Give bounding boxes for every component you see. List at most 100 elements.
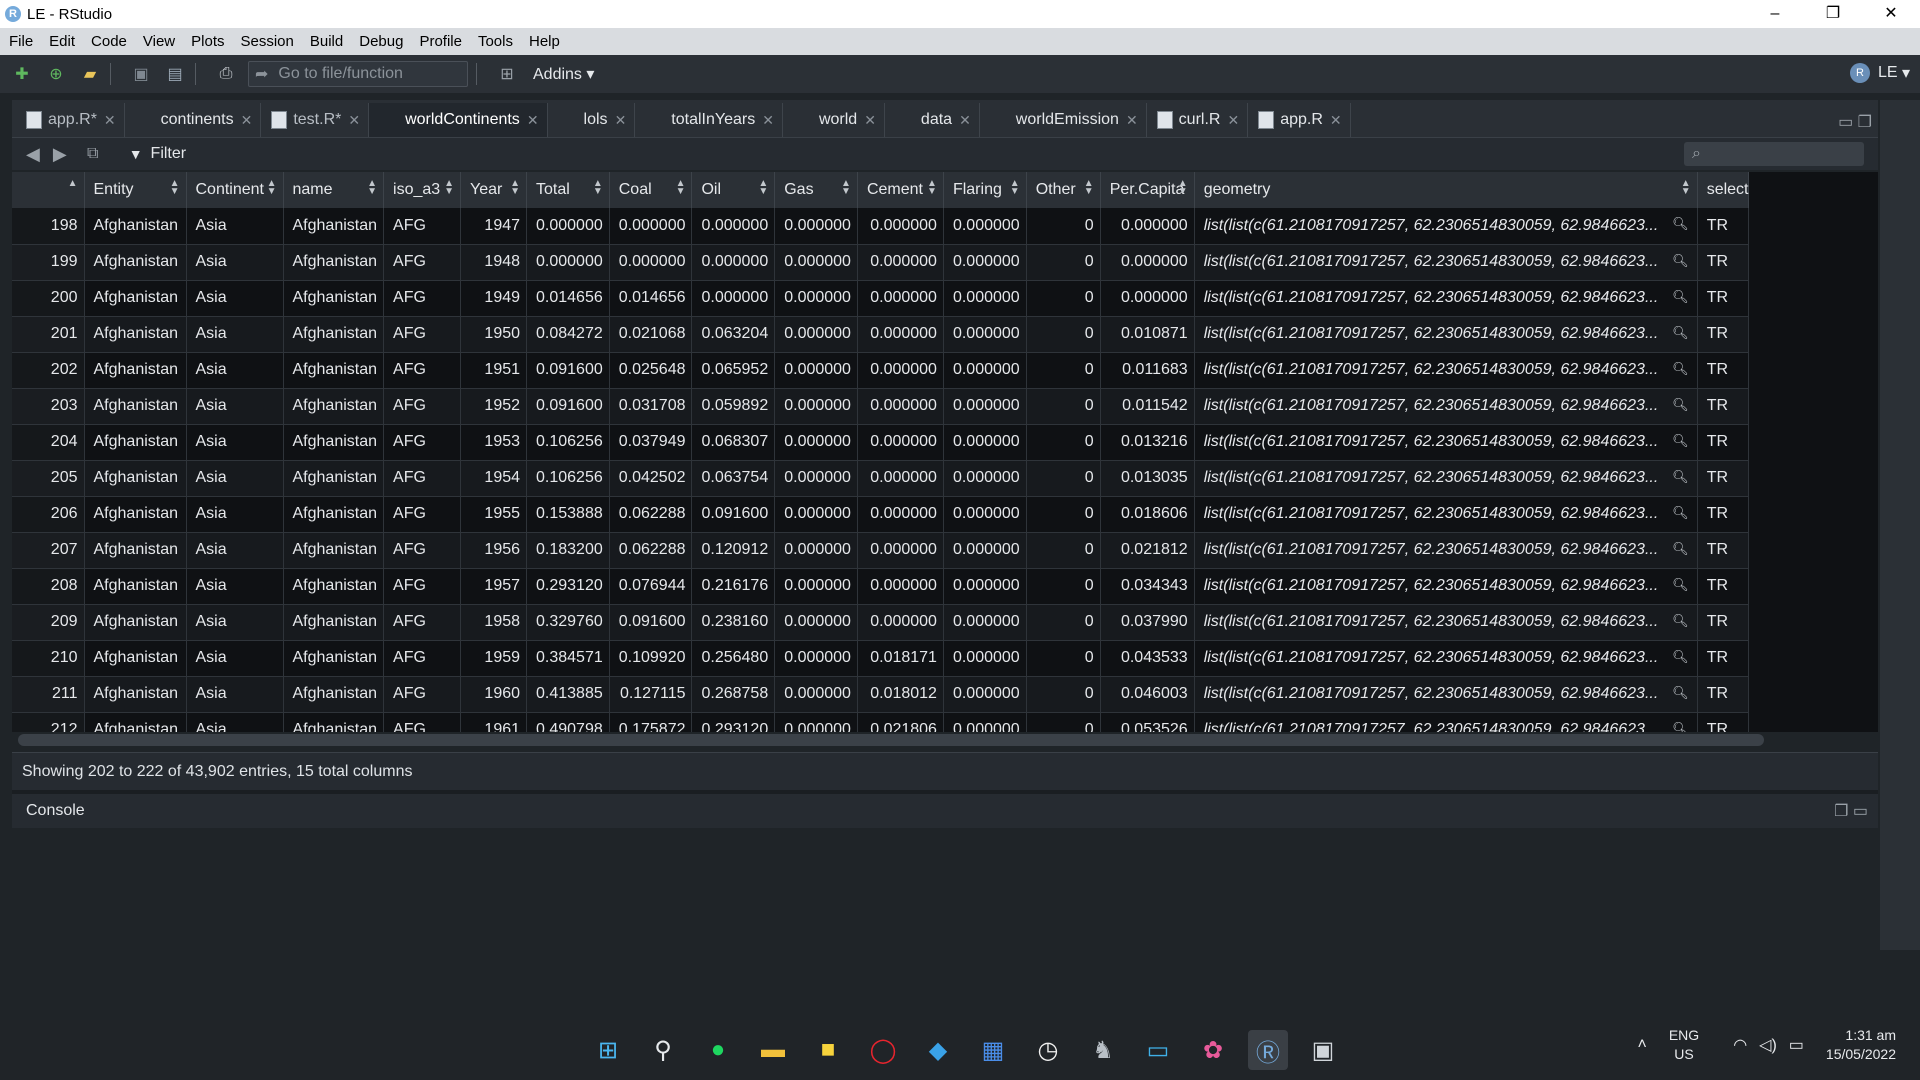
table-row[interactable]: 209 Afghanistan Asia Afghanistan AFG 1958 0.32… <box>12 604 1750 641</box>
close-tab-icon[interactable]: ✕ <box>615 112 627 129</box>
tab-world[interactable]: world ✕ <box>783 103 885 201</box>
magnify-icon[interactable]: 🔍︎ <box>1672 325 1689 341</box>
close-tab-icon[interactable]: ✕ <box>527 112 539 129</box>
save-icon[interactable]: ▣ <box>129 62 153 86</box>
magnify-icon[interactable]: 🔍︎ <box>1672 505 1689 521</box>
table-row[interactable]: 199 Afghanistan Asia Afghanistan AFG 1948 0.00… <box>12 244 1750 281</box>
visual-studio-icon[interactable]: ◆ <box>918 1030 958 1070</box>
menu-help[interactable]: Help <box>529 33 560 50</box>
sort-icon[interactable]: ▲ ▼ <box>841 179 851 197</box>
magnify-icon[interactable]: 🔍︎ <box>1672 577 1689 593</box>
new-file-icon[interactable]: ✚ <box>10 62 34 86</box>
sort-icon[interactable]: ▲ ▼ <box>1010 179 1020 197</box>
menu-plots[interactable]: Plots <box>191 33 224 50</box>
display-icon[interactable]: ▭ <box>1138 1030 1178 1070</box>
column-header-total[interactable]: Total ▲ ▼ <box>526 172 610 208</box>
spotify-icon[interactable]: ● <box>698 1030 738 1070</box>
magnify-icon[interactable]: 🔍︎ <box>1672 397 1689 413</box>
menu-build[interactable]: Build <box>310 33 343 50</box>
tab-test-r[interactable]: test.R* ✕ <box>261 103 370 137</box>
sort-icon[interactable]: ▲ ▼ <box>444 179 454 197</box>
volume-icon[interactable]: ◁) <box>1759 1035 1777 1055</box>
console-pane-header[interactable]: Console ❐ ▭ <box>12 790 1878 828</box>
table-row[interactable]: 210 Afghanistan Asia Afghanistan AFG 1959 0.38… <box>12 640 1750 677</box>
column-header-other[interactable]: Other ▲ ▼ <box>1026 172 1101 208</box>
column-header-coal[interactable]: Coal ▲ ▼ <box>609 172 693 208</box>
table-row[interactable]: 201 Afghanistan Asia Afghanistan AFG 1950 0.08… <box>12 316 1750 353</box>
column-header-cement[interactable]: Cement ▲ ▼ <box>857 172 944 208</box>
table-row[interactable]: 212 Afghanistan Asia Afghanistan AFG 1961 0.49… <box>12 712 1750 733</box>
sort-icon[interactable]: ▲ ▼ <box>1178 179 1188 197</box>
close-tab-icon[interactable]: ✕ <box>1126 112 1138 129</box>
menu-debug[interactable]: Debug <box>359 33 403 50</box>
color-app-icon[interactable]: ✿ <box>1193 1030 1233 1070</box>
rstudio-icon[interactable]: Ⓡ <box>1248 1030 1288 1070</box>
close-tab-icon[interactable]: ✕ <box>1227 112 1239 129</box>
sort-icon[interactable]: ▲ ▼ <box>267 179 277 197</box>
open-folder-icon[interactable]: ▰ <box>78 62 102 86</box>
search-input[interactable]: ⌕ <box>1684 142 1864 166</box>
column-header-per-capita[interactable]: Per.Capita ▲ ▼ <box>1100 172 1195 208</box>
table-row[interactable]: 207 Afghanistan Asia Afghanistan AFG 1956 0.18… <box>12 532 1750 569</box>
save-all-icon[interactable]: ▤ <box>163 62 187 86</box>
tab-continents[interactable]: continents ✕ <box>125 103 262 201</box>
column-header-flaring[interactable]: Flaring ▲ ▼ <box>943 172 1027 208</box>
opera-icon[interactable]: ◯ <box>863 1030 903 1070</box>
menu-view[interactable]: View <box>143 33 175 50</box>
column-header-select[interactable]: select <box>1697 172 1750 208</box>
menu-edit[interactable]: Edit <box>49 33 75 50</box>
new-project-icon[interactable]: ⊕ <box>44 62 68 86</box>
magnify-icon[interactable]: 🔍︎ <box>1672 649 1689 665</box>
sort-icon[interactable]: ▲ ▼ <box>1084 179 1094 197</box>
tab-app-r[interactable]: app.R ✕ <box>1248 103 1351 137</box>
magnify-icon[interactable]: 🔍︎ <box>1672 216 1689 232</box>
collapsed-right-pane[interactable] <box>1880 100 1920 950</box>
column-header-name[interactable]: name ▲ ▼ <box>283 172 385 208</box>
windows-start-icon[interactable]: ⊞ <box>588 1030 628 1070</box>
close-tab-icon[interactable]: ✕ <box>104 112 116 129</box>
sticky-notes-icon[interactable]: ■ <box>808 1030 848 1070</box>
column-header-entity[interactable]: Entity ▲ ▼ <box>84 172 187 208</box>
close-tab-icon[interactable]: ✕ <box>241 112 253 129</box>
workspace-panes-icon[interactable]: ⊞ <box>495 62 519 86</box>
column-header-continent[interactable]: Continent ▲ ▼ <box>186 172 284 208</box>
close-tab-icon[interactable]: ✕ <box>1330 112 1342 129</box>
print-icon[interactable]: ⎙ <box>214 62 238 86</box>
column-header-year[interactable]: Year ▲ ▼ <box>460 172 528 208</box>
tab-lols[interactable]: lols ✕ <box>548 103 636 201</box>
magnify-icon[interactable]: 🔍︎ <box>1672 289 1689 305</box>
close-button[interactable]: ✕ <box>1862 0 1920 28</box>
menu-code[interactable]: Code <box>91 33 127 50</box>
addins-menu[interactable]: Addins ▾ <box>533 64 594 84</box>
magnify-icon[interactable]: 🔍︎ <box>1672 433 1689 449</box>
tab-worldemission[interactable]: worldEmission ✕ <box>980 103 1147 201</box>
game-icon[interactable]: ♞ <box>1083 1030 1123 1070</box>
rstudio-window-icon[interactable]: ▣ <box>1303 1030 1343 1070</box>
close-tab-icon[interactable]: ✕ <box>864 112 876 129</box>
search-icon[interactable]: ⚲ <box>643 1030 683 1070</box>
filter-button[interactable]: ▼ Filter <box>129 145 186 163</box>
table-row[interactable]: 211 Afghanistan Asia Afghanistan AFG 1960 0.41… <box>12 676 1750 713</box>
calendar-icon[interactable]: ▦ <box>973 1030 1013 1070</box>
table-row[interactable]: 202 Afghanistan Asia Afghanistan AFG 1951 0.09… <box>12 352 1750 389</box>
sort-icon[interactable]: ▲ ▼ <box>593 179 603 197</box>
tab-data[interactable]: data ✕ <box>885 103 980 201</box>
clock-icon[interactable]: ◷ <box>1028 1030 1068 1070</box>
table-row[interactable]: 200 Afghanistan Asia Afghanistan AFG 1949 0.01… <box>12 280 1750 317</box>
popout-icon[interactable]: ⧉ <box>81 142 105 166</box>
close-tab-icon[interactable]: ✕ <box>348 112 360 129</box>
magnify-icon[interactable]: 🔍︎ <box>1672 541 1689 557</box>
file-explorer-icon[interactable]: ▬ <box>753 1030 793 1070</box>
sort-icon[interactable]: ▲ ▼ <box>676 179 686 197</box>
chevron-up-icon[interactable]: ˄ <box>1638 1036 1647 1054</box>
column-header-geometry[interactable]: geometry ▲ ▼ <box>1194 172 1698 208</box>
row-number-header[interactable]: ▲ <box>12 172 85 208</box>
column-header-iso-a3[interactable]: iso_a3 ▲ ▼ <box>383 172 462 208</box>
clock[interactable]: 1:31 am 15/05/2022 <box>1826 1026 1896 1064</box>
back-forward-arrows-icon[interactable]: ◀ ▶ <box>26 144 71 165</box>
close-tab-icon[interactable]: ✕ <box>762 112 774 129</box>
table-row[interactable]: 208 Afghanistan Asia Afghanistan AFG 1957 0.29… <box>12 568 1750 605</box>
magnify-icon[interactable]: 🔍︎ <box>1672 685 1689 701</box>
magnify-icon[interactable]: 🔍︎ <box>1672 721 1689 733</box>
tab-totalinyears[interactable]: totalInYears ✕ <box>635 103 783 201</box>
